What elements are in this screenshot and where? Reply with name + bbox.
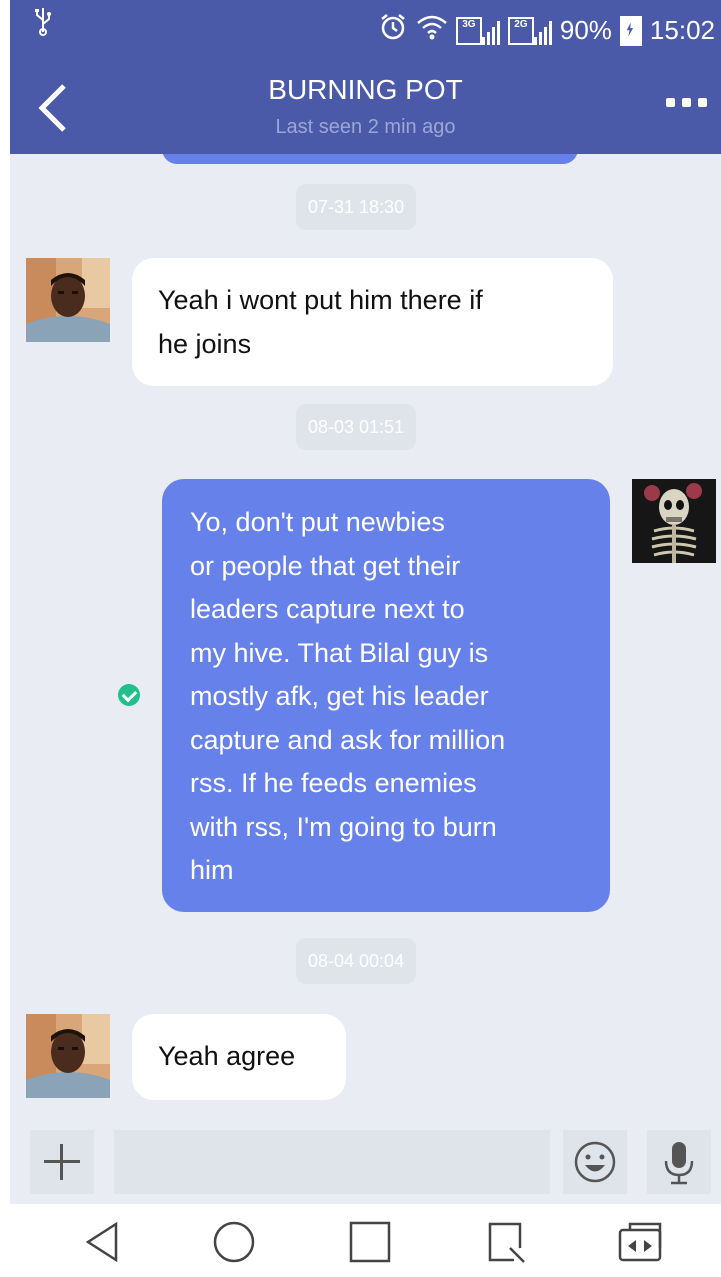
wifi-icon [416, 14, 448, 47]
message-line: he joins [158, 329, 252, 359]
message-input-bar [10, 1120, 721, 1204]
usb-icon [34, 6, 52, 43]
message-line: rss. If he feeds enemies [190, 768, 477, 798]
message-input[interactable] [114, 1130, 550, 1194]
signal-icon-sim1: 3G [455, 16, 500, 45]
message-line: leaders capture next to [190, 594, 465, 624]
message-timestamp: 08-04 00:04 [296, 938, 417, 984]
message-list[interactable]: 07-31 18:30 Yeah i wont put him there if… [10, 154, 721, 1120]
own-avatar[interactable] [632, 479, 716, 563]
notification-pull-icon [488, 1222, 525, 1263]
previous-message-bubble[interactable] [162, 154, 578, 164]
signal-icon-sim2: 2G [507, 16, 552, 45]
nav-back-button[interactable] [76, 1218, 132, 1266]
nav-notification-button[interactable] [480, 1218, 536, 1266]
chat-header: BURNING POT Last seen 2 min ago [10, 66, 721, 154]
emoji-button[interactable] [563, 1130, 627, 1194]
emoji-icon [574, 1141, 616, 1183]
plus-icon[interactable] [30, 1130, 94, 1194]
dual-window-icon [618, 1222, 662, 1262]
system-nav-bar [10, 1204, 721, 1277]
network-type-2: 2G [507, 16, 534, 45]
battery-percent: 90% [559, 15, 612, 45]
voice-button[interactable] [647, 1130, 711, 1194]
status-bar: 3G 2G 90% 15:02 [10, 0, 721, 66]
battery-charging-icon [619, 15, 642, 46]
alarm-icon [378, 12, 408, 49]
nav-home-button[interactable] [206, 1218, 262, 1266]
message-line: Yo, don't put newbies [190, 507, 445, 537]
contact-avatar[interactable] [26, 1014, 110, 1098]
microphone-icon [664, 1142, 694, 1185]
message-line: Yeah i wont put him there if [158, 285, 483, 315]
last-seen-status: Last seen 2 min ago [275, 116, 456, 138]
network-type-1: 3G [455, 16, 482, 45]
message-line: or people that get their [190, 550, 461, 581]
incoming-message-bubble[interactable]: Yeah agree [132, 1014, 346, 1100]
nav-dual-window-button[interactable] [612, 1218, 668, 1266]
contact-avatar[interactable] [26, 258, 110, 342]
more-dots-icon [666, 98, 675, 107]
more-options-button[interactable] [666, 98, 707, 107]
message-line: him [190, 855, 234, 885]
message-line: mostly afk, get his leader [190, 681, 489, 711]
clock: 15:02 [649, 15, 715, 45]
chat-title: BURNING POT [268, 74, 463, 105]
outgoing-message-bubble[interactable]: Yo, don't put newbies or people that get… [162, 479, 610, 912]
incoming-message-bubble[interactable]: Yeah i wont put him there if he joins [132, 258, 613, 386]
nav-recents-button[interactable] [342, 1218, 398, 1266]
read-check-icon [118, 684, 140, 706]
message-line: capture and ask for million [190, 724, 506, 755]
back-triangle-icon [85, 1221, 118, 1263]
chat-screen: 3G 2G 90% 15:02 BURNING POT Last seen 2 … [10, 0, 721, 1277]
message-line: with rss, I'm going to burn [190, 811, 497, 842]
home-circle-icon [213, 1221, 255, 1263]
message-timestamp: 08-03 01:51 [296, 404, 417, 450]
message-timestamp: 07-31 18:30 [296, 184, 417, 230]
message-line: my hive. That Bilal guy is [190, 637, 489, 668]
message-line: Yeah agree [158, 1041, 296, 1071]
recents-square-icon [349, 1221, 391, 1263]
